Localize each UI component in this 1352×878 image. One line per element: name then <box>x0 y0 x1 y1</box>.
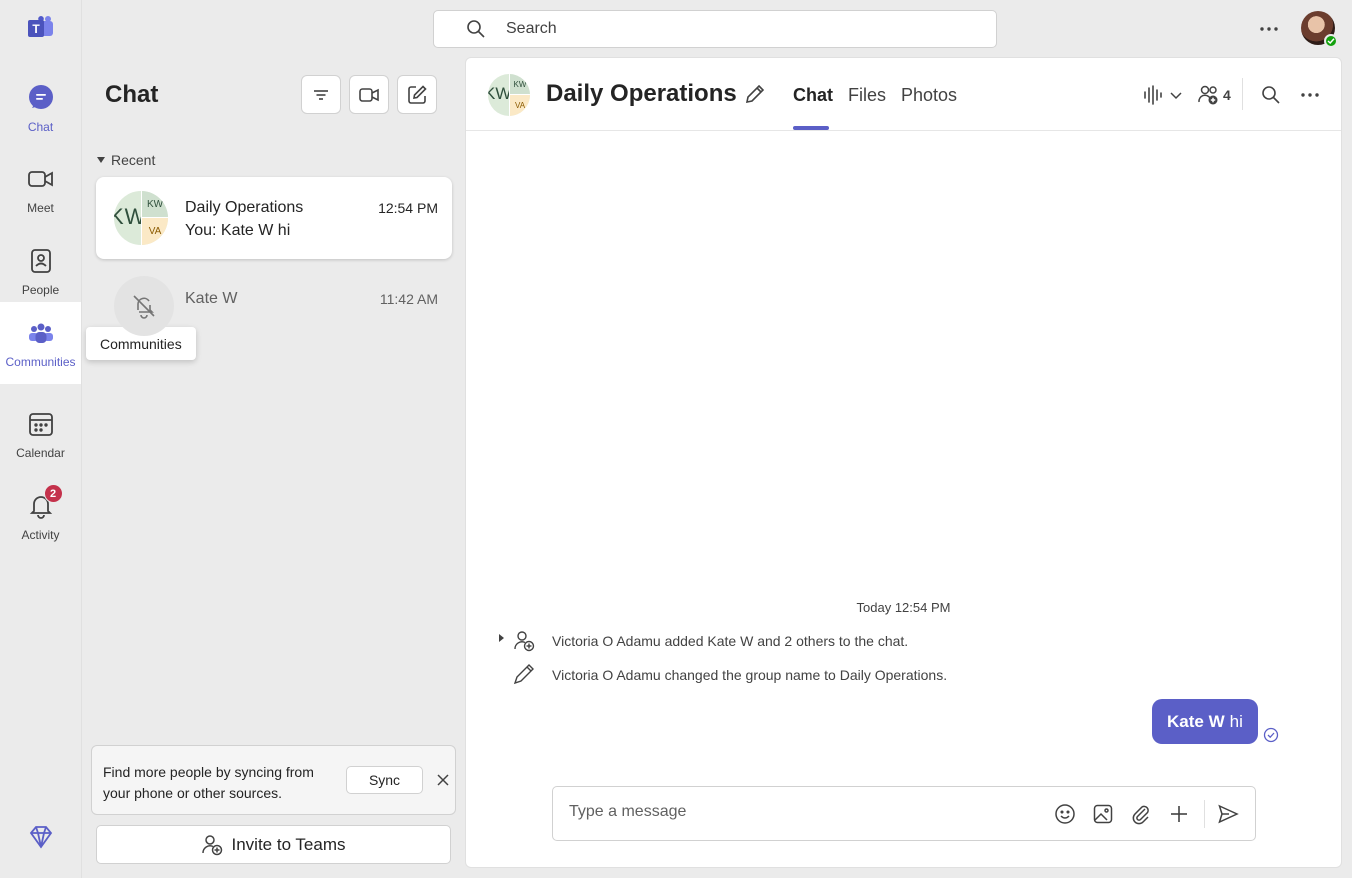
communities-icon <box>27 319 55 347</box>
conversation-header: KW KW VA Daily Operations Chat Files Pho… <box>466 58 1341 131</box>
message-input[interactable] <box>569 803 1029 821</box>
rail-item-label: Activity <box>21 528 60 542</box>
invite-label: Invite to Teams <box>231 834 346 854</box>
recent-section-toggle[interactable]: Recent <box>97 152 155 168</box>
sync-contacts-card: Find more people by syncing from your ph… <box>91 745 456 815</box>
diamond-icon[interactable] <box>28 824 54 850</box>
search-chat-button[interactable] <box>1261 82 1281 108</box>
search-input[interactable] <box>506 20 966 38</box>
conversation-title: Daily Operations <box>546 80 737 107</box>
caret-down-icon <box>97 157 105 163</box>
tab-chat[interactable]: Chat <box>793 85 833 106</box>
video-camera-icon <box>359 87 379 102</box>
rail-item-label: Meet <box>27 201 54 215</box>
more-options-button[interactable] <box>1300 82 1320 108</box>
message-text: hi <box>1229 711 1243 731</box>
new-chat-button[interactable] <box>397 75 437 114</box>
invite-to-teams-button[interactable]: Invite to Teams <box>96 825 451 864</box>
message-bubble[interactable]: Kate W hi <box>1152 699 1258 744</box>
mention[interactable]: Kate W <box>1167 712 1225 732</box>
presence-available-icon <box>1324 34 1338 48</box>
bell-off-icon <box>133 295 155 319</box>
tab-photos[interactable]: Photos <box>901 85 957 106</box>
rail-item-calendar[interactable]: Calendar <box>0 396 81 476</box>
rail-item-label: Chat <box>27 120 54 134</box>
more-horizontal-icon <box>1301 93 1319 97</box>
recent-section-label: Recent <box>111 152 156 168</box>
contacts-book-icon <box>27 247 55 275</box>
system-event: Victoria O Adamu changed the group name … <box>552 667 948 683</box>
system-event: Victoria O Adamu added Kate W and 2 othe… <box>552 633 909 649</box>
conversation-pane: KW KW VA Daily Operations Chat Files Pho… <box>465 57 1342 868</box>
user-avatar[interactable] <box>1301 11 1338 48</box>
filter-button[interactable] <box>301 75 341 114</box>
tab-files[interactable]: Files <box>848 85 886 106</box>
bell-icon: 2 <box>27 484 63 520</box>
rail-item-label: People <box>21 283 60 297</box>
rail-item-label: Communities <box>5 355 76 369</box>
chat-name: Daily Operations <box>185 199 304 216</box>
rail-item-communities[interactable]: Communities <box>0 302 81 384</box>
chat-time: 11:42 AM <box>379 291 438 307</box>
attach-icon[interactable] <box>1129 802 1153 826</box>
plus-icon[interactable] <box>1167 802 1191 826</box>
rail-item-activity[interactable]: 2 Activity <box>0 478 81 558</box>
people-add-icon <box>1198 85 1218 105</box>
app-rail: T Chat Meet People Communities Calendar … <box>0 0 82 878</box>
sync-button[interactable]: Sync <box>346 766 423 794</box>
message-timestamp: Today 12:54 PM <box>856 600 951 615</box>
participants-button[interactable]: 4 <box>1197 82 1231 108</box>
message-composer <box>552 786 1256 841</box>
avatar-initials: KW <box>141 191 168 218</box>
seen-check-icon <box>1263 727 1279 743</box>
chat-list-item-kate-w[interactable]: Kate W 11:42 AM <box>96 262 452 344</box>
chevron-down-icon <box>1170 92 1182 100</box>
close-icon[interactable] <box>435 772 451 788</box>
sync-card-text: Find more people by syncing from your ph… <box>103 764 314 801</box>
group-avatar: KW KW VA <box>114 191 168 245</box>
chat-preview: You: Kate W hi <box>185 222 291 239</box>
person-add-icon <box>202 834 223 855</box>
group-avatar[interactable]: KW KW VA <box>488 74 530 116</box>
edit-name-icon[interactable] <box>744 83 766 105</box>
header-divider <box>1242 78 1243 110</box>
image-icon[interactable] <box>1091 802 1115 826</box>
chat-name: Kate W <box>185 290 238 307</box>
avatar-initials: VA <box>509 95 530 116</box>
chat-time: 12:54 PM <box>378 200 438 216</box>
call-options-button[interactable] <box>1142 82 1184 108</box>
more-horizontal-icon[interactable] <box>1256 16 1282 42</box>
send-icon[interactable] <box>1216 802 1240 826</box>
rail-item-chat[interactable]: Chat <box>0 70 81 150</box>
video-camera-icon <box>27 165 55 193</box>
person-add-icon <box>514 631 535 652</box>
search-icon <box>467 20 485 38</box>
notification-badge: 2 <box>43 484 63 503</box>
chat-list-item-daily-operations[interactable]: KW KW VA Daily Operations You: Kate W hi… <box>96 177 452 259</box>
teams-logo-icon[interactable]: T <box>27 16 55 42</box>
filter-icon <box>314 89 328 100</box>
compose-icon <box>408 84 427 104</box>
rail-item-people[interactable]: People <box>0 233 81 313</box>
avatar-initials: KW <box>488 84 512 103</box>
chat-icon <box>27 84 55 112</box>
search-icon <box>1262 86 1280 104</box>
avatar-initials: VA <box>141 218 168 245</box>
expand-caret-icon[interactable] <box>499 634 504 642</box>
avatar-initials: KW <box>509 74 530 95</box>
audio-wave-icon <box>1144 85 1162 105</box>
rail-item-label: Calendar <box>16 446 65 460</box>
muted-avatar <box>114 276 174 336</box>
search-bar[interactable] <box>433 10 997 48</box>
meet-now-button[interactable] <box>349 75 389 114</box>
rail-item-meet[interactable]: Meet <box>0 151 81 231</box>
participants-count: 4 <box>1223 87 1231 103</box>
active-tab-indicator <box>793 126 829 130</box>
edit-icon <box>513 664 534 685</box>
svg-text:T: T <box>32 22 40 36</box>
composer-divider <box>1204 800 1205 828</box>
chat-list-title: Chat <box>105 81 159 108</box>
emoji-icon[interactable] <box>1053 802 1077 826</box>
calendar-icon <box>27 410 55 438</box>
